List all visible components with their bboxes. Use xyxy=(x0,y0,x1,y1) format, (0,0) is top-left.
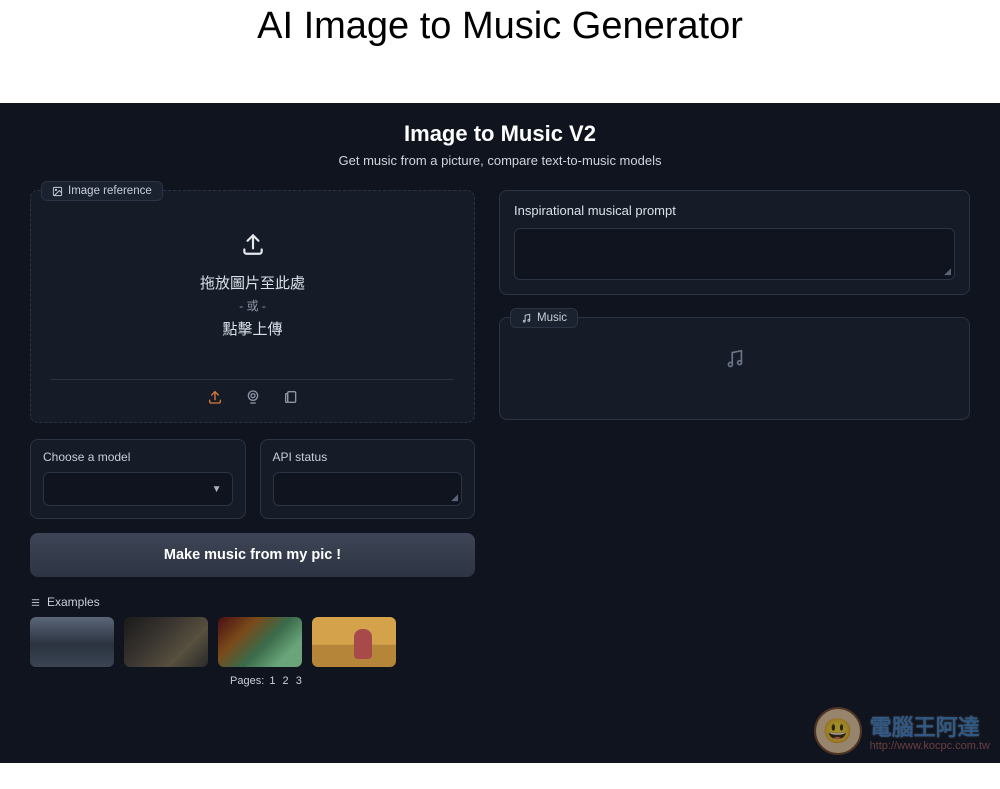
image-reference-tab: Image reference xyxy=(41,181,163,201)
prompt-textarea[interactable]: ◢ xyxy=(514,228,955,280)
model-panel: Choose a model ▼ xyxy=(30,439,246,519)
app-title: Image to Music V2 xyxy=(30,121,970,147)
clipboard-button[interactable] xyxy=(282,388,300,406)
upload-arrow-icon xyxy=(207,389,223,405)
pager-prefix: Pages: xyxy=(230,675,264,687)
watermark-text: 電腦王阿達 xyxy=(870,715,980,740)
page-title: AI Image to Music Generator xyxy=(0,5,1000,48)
image-upload-panel[interactable]: Image reference 拖放圖片至此處 - 或 - 點擊上傳 xyxy=(30,190,475,423)
upload-drop-text: 拖放圖片至此處 xyxy=(51,272,454,293)
music-output-panel: Music xyxy=(499,317,970,420)
page-3-link[interactable]: 3 xyxy=(296,675,302,687)
list-icon xyxy=(30,597,41,608)
resize-handle-icon[interactable]: ◢ xyxy=(451,492,458,503)
model-label: Choose a model xyxy=(43,450,233,464)
music-placeholder-icon xyxy=(724,348,746,370)
examples-pager: Pages: 1 2 3 xyxy=(30,675,475,687)
upload-icon xyxy=(240,231,266,257)
watermark-avatar-icon: 😃 xyxy=(814,707,862,755)
upload-or-text: - 或 - xyxy=(51,297,454,314)
example-thumb-4[interactable] xyxy=(312,617,396,667)
chevron-down-icon: ▼ xyxy=(212,484,222,495)
example-thumb-3[interactable] xyxy=(218,617,302,667)
page-header: AI Image to Music Generator xyxy=(0,0,1000,103)
music-note-icon xyxy=(521,313,532,324)
music-tab-label: Music xyxy=(537,312,567,324)
watermark-url: http://www.kocpc.com.tw xyxy=(870,740,990,752)
app-subtitle: Get music from a picture, compare text-t… xyxy=(30,153,970,168)
upload-click-text: 點擊上傳 xyxy=(51,318,454,339)
api-status-box: ◢ xyxy=(273,472,463,506)
upload-toolbar xyxy=(51,379,454,410)
examples-section: Examples Pages: 1 2 3 xyxy=(30,595,475,687)
examples-label: Examples xyxy=(47,595,100,609)
app-container: Image to Music V2 Get music from a pictu… xyxy=(0,103,1000,763)
webcam-icon xyxy=(245,389,261,405)
page-1-link[interactable]: 1 xyxy=(269,675,275,687)
resize-handle-icon[interactable]: ◢ xyxy=(944,266,951,277)
api-status-label: API status xyxy=(273,450,463,464)
upload-from-file-button[interactable] xyxy=(206,388,224,406)
music-tab: Music xyxy=(510,308,578,328)
example-thumb-2[interactable] xyxy=(124,617,208,667)
page-2-link[interactable]: 2 xyxy=(283,675,289,687)
api-status-panel: API status ◢ xyxy=(260,439,476,519)
clipboard-icon xyxy=(283,389,299,405)
prompt-label: Inspirational musical prompt xyxy=(514,203,955,218)
prompt-panel: Inspirational musical prompt ◢ xyxy=(499,190,970,295)
image-icon xyxy=(52,186,63,197)
make-music-button[interactable]: Make music from my pic ! xyxy=(30,533,475,577)
watermark: 😃 電腦王阿達 http://www.kocpc.com.tw xyxy=(814,707,990,755)
example-thumb-1[interactable] xyxy=(30,617,114,667)
model-select[interactable]: ▼ xyxy=(43,472,233,506)
upload-tab-label: Image reference xyxy=(68,185,152,197)
webcam-button[interactable] xyxy=(244,388,262,406)
upload-dropzone[interactable]: 拖放圖片至此處 - 或 - 點擊上傳 xyxy=(31,191,474,422)
